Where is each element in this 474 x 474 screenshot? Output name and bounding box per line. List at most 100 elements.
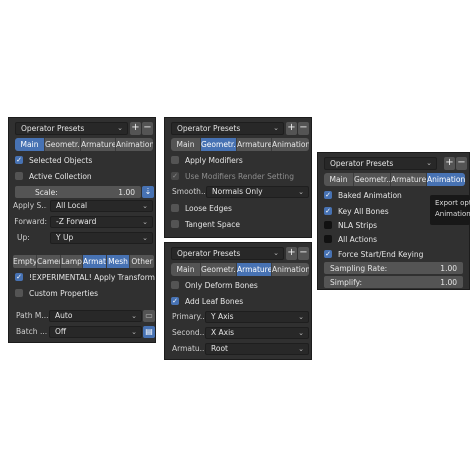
checkbox-icon — [324, 221, 332, 229]
up-select[interactable]: Y Up ⌄ — [50, 232, 153, 244]
scale-label: Scale: — [35, 187, 58, 197]
up-label: Up: — [17, 233, 30, 242]
selected-objects-label: Selected Objects — [29, 155, 93, 165]
remove-preset-button[interactable]: − — [298, 122, 309, 135]
path-mode-select[interactable]: Auto ⌄ — [49, 310, 142, 322]
export-panel-main: Operator Presets ⌄ + − Main Geometr... A… — [8, 117, 156, 343]
operator-presets-label: Operator Presets — [21, 124, 85, 133]
tab-geometry[interactable]: Geometr... — [45, 138, 81, 151]
forward-select[interactable]: -Z Forward ⌄ — [50, 216, 153, 228]
add-preset-button[interactable]: + — [286, 247, 297, 260]
chevron-down-icon: ⌄ — [131, 328, 137, 336]
apply-modifiers-checkbox[interactable]: Apply Modifiers — [171, 154, 243, 166]
tab-geometry[interactable]: Geometr... — [201, 138, 237, 151]
remove-preset-button[interactable]: − — [142, 122, 153, 135]
remove-preset-button[interactable]: − — [298, 247, 309, 260]
sampling-rate-slider[interactable]: Sampling Rate: 1.00 — [324, 262, 463, 274]
armature-node-type-value: Root — [211, 344, 228, 353]
tangent-space-label: Tangent Space — [185, 219, 240, 229]
checkbox-empty-icon — [171, 204, 179, 212]
object-type-armature[interactable]: Armat — [83, 255, 107, 268]
checkmark-icon: ✓ — [171, 297, 179, 305]
selected-objects-checkbox[interactable]: ✓ Selected Objects — [15, 154, 92, 166]
tab-main[interactable]: Main — [171, 263, 201, 276]
operator-presets-label: Operator Presets — [330, 159, 394, 168]
apply-unit-toggle-icon[interactable]: ⇣ — [142, 186, 154, 198]
chevron-down-icon: ⌄ — [298, 345, 304, 353]
secondary-bone-axis-select[interactable]: X Axis ⌄ — [205, 327, 309, 339]
tab-geometry[interactable]: Geometr... — [201, 263, 237, 276]
checkbox-empty-icon — [15, 289, 23, 297]
tab-animation[interactable]: Animation — [116, 138, 153, 151]
tab-bar: Main Geometr... Armatures Animation — [324, 173, 465, 186]
custom-properties-checkbox[interactable]: Custom Properties — [15, 287, 98, 299]
tangent-space-checkbox[interactable]: Tangent Space — [171, 218, 240, 230]
remove-preset-button[interactable]: − — [456, 157, 467, 170]
simplify-label: Simplify: — [330, 277, 363, 287]
armature-node-type-select[interactable]: Root ⌄ — [205, 343, 309, 355]
object-type-camera[interactable]: Camer — [37, 255, 61, 268]
add-preset-button[interactable]: + — [130, 122, 141, 135]
tooltip-line-1: Export opt — [435, 199, 470, 207]
operator-presets-dropdown[interactable]: Operator Presets ⌄ — [171, 247, 284, 260]
operator-presets-dropdown[interactable]: Operator Presets ⌄ — [15, 122, 128, 135]
loose-edges-label: Loose Edges — [185, 203, 232, 213]
all-actions-checkbox[interactable]: All Actions — [324, 233, 377, 245]
object-type-mesh[interactable]: Mesh — [107, 255, 130, 268]
simplify-slider[interactable]: Simplify: 1.00 — [324, 276, 463, 288]
checkbox-empty-icon — [171, 156, 179, 164]
tooltip-line-2: Animation — [435, 210, 470, 218]
tab-geometry[interactable]: Geometr... — [354, 173, 391, 186]
chevron-down-icon: ⌄ — [426, 159, 432, 167]
add-preset-button[interactable]: + — [444, 157, 455, 170]
smoothing-select[interactable]: Normals Only ⌄ — [206, 186, 309, 198]
tab-main[interactable]: Main — [15, 138, 45, 151]
apply-scale-select[interactable]: All Local ⌄ — [50, 200, 153, 212]
baked-animation-label: Baked Animation — [338, 190, 402, 200]
batch-mode-select[interactable]: Off ⌄ — [49, 326, 142, 338]
chevron-down-icon: ⌄ — [273, 249, 279, 257]
object-type-other[interactable]: Other — [130, 255, 154, 268]
sampling-rate-label: Sampling Rate: — [330, 263, 388, 273]
batch-own-dir-icon[interactable]: ▤ — [143, 326, 155, 338]
chevron-down-icon: ⌄ — [298, 329, 304, 337]
use-modifiers-render-checkbox[interactable]: ✓ Use Modifiers Render Setting — [171, 170, 294, 182]
checkmark-icon: ✓ — [171, 172, 179, 180]
nla-strips-checkbox[interactable]: NLA Strips — [324, 219, 377, 231]
tab-bar: Main Geometr... Armatures Animation — [15, 138, 153, 151]
force-keying-checkbox[interactable]: ✓ Force Start/End Keying — [324, 248, 423, 260]
add-leaf-bones-checkbox[interactable]: ✓ Add Leaf Bones — [171, 295, 243, 307]
tab-main[interactable]: Main — [324, 173, 354, 186]
operator-presets-dropdown[interactable]: Operator Presets ⌄ — [324, 157, 437, 170]
tab-main[interactable]: Main — [171, 138, 201, 151]
tab-animation[interactable]: Animation — [272, 263, 309, 276]
tab-armatures[interactable]: Armatures — [237, 138, 272, 151]
operator-presets: Operator Presets ⌄ + − — [324, 157, 468, 170]
baked-animation-checkbox[interactable]: ✓ Baked Animation — [324, 189, 402, 201]
tab-armatures[interactable]: Armatures — [237, 263, 272, 276]
loose-edges-checkbox[interactable]: Loose Edges — [171, 202, 232, 214]
checkbox-icon — [324, 235, 332, 243]
object-type-lamp[interactable]: Lamp — [61, 255, 83, 268]
tab-animation[interactable]: Animation — [272, 138, 309, 151]
add-preset-button[interactable]: + — [286, 122, 297, 135]
operator-presets-label: Operator Presets — [177, 249, 241, 258]
apply-transform-checkbox[interactable]: ✓ !EXPERIMENTAL! Apply Transform — [15, 271, 155, 283]
operator-presets-dropdown[interactable]: Operator Presets ⌄ — [171, 122, 284, 135]
checkmark-icon: ✓ — [324, 250, 332, 258]
tab-bar: Main Geometr... Armatures Animation — [171, 263, 309, 276]
key-all-bones-checkbox[interactable]: ✓ Key All Bones — [324, 205, 389, 217]
primary-bone-axis-select[interactable]: Y Axis ⌄ — [205, 311, 309, 323]
active-collection-checkbox[interactable]: Active Collection — [15, 170, 92, 182]
nla-strips-label: NLA Strips — [338, 220, 378, 230]
only-deform-bones-checkbox[interactable]: Only Deform Bones — [171, 279, 258, 291]
up-value: Y Up — [56, 233, 74, 242]
tab-armatures[interactable]: Armatures — [81, 138, 116, 151]
tab-bar: Main Geometr... Armatures Animation — [171, 138, 309, 151]
tab-armatures[interactable]: Armatures — [391, 173, 427, 186]
embed-textures-icon[interactable]: ▭ — [143, 310, 155, 322]
tab-animation[interactable]: Animation — [427, 173, 465, 186]
chevron-down-icon: ⌄ — [142, 234, 148, 242]
scale-slider[interactable]: Scale: 1.00 — [15, 186, 141, 198]
object-type-empty[interactable]: Empty — [13, 255, 37, 268]
